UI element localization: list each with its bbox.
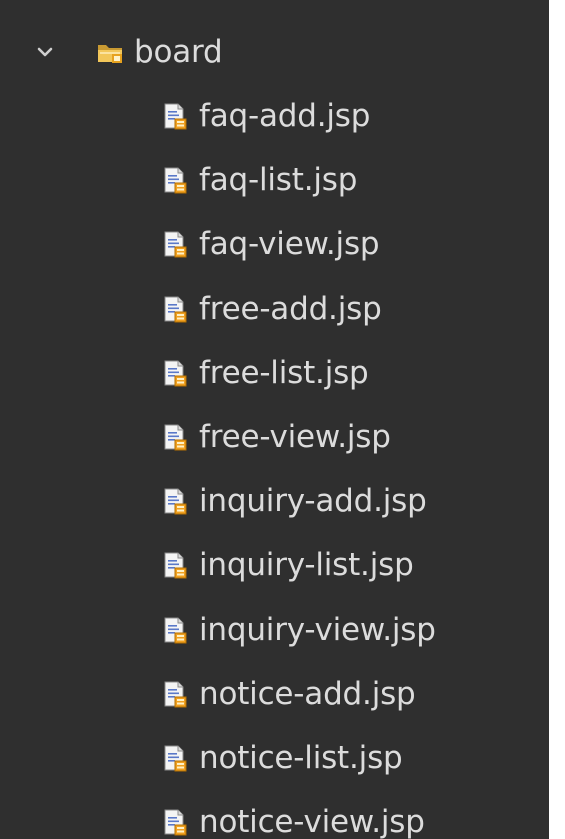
file-label: faq-list.jsp xyxy=(199,162,358,199)
file-label: faq-add.jsp xyxy=(199,98,371,134)
jsp-file-icon xyxy=(163,487,187,515)
jsp-file-icon xyxy=(163,551,187,579)
file-label: notice-view.jsp xyxy=(199,804,425,839)
tree-folder-board[interactable]: board xyxy=(34,20,223,84)
tree-file-item[interactable]: notice-list.jsp xyxy=(163,726,403,790)
project-explorer-tree: board faq-add.jsp faq-list.jsp faq-view.js… xyxy=(0,0,549,839)
jsp-file-icon xyxy=(163,808,187,836)
tree-file-item[interactable]: free-list.jsp xyxy=(163,341,369,405)
tree-file-item[interactable]: notice-view.jsp xyxy=(163,790,425,839)
folder-label: board xyxy=(134,34,223,70)
tree-file-item[interactable]: free-view.jsp xyxy=(163,405,391,469)
window-edge xyxy=(549,0,565,839)
tree-file-item[interactable]: free-add.jsp xyxy=(163,277,382,341)
file-label: inquiry-view.jsp xyxy=(199,611,436,648)
tree-file-item[interactable]: faq-list.jsp xyxy=(163,148,357,212)
jsp-file-icon xyxy=(163,423,187,451)
jsp-file-icon xyxy=(163,230,187,258)
tree-file-item[interactable]: faq-view.jsp xyxy=(163,212,380,276)
chevron-down-icon[interactable] xyxy=(34,41,56,63)
jsp-file-icon xyxy=(163,295,187,323)
file-label: free-add.jsp xyxy=(199,290,382,327)
jsp-file-icon xyxy=(163,680,187,708)
tree-file-item[interactable]: faq-add.jsp xyxy=(163,84,370,148)
file-label: free-view.jsp xyxy=(199,419,391,455)
jsp-file-icon xyxy=(163,744,187,772)
jsp-file-icon xyxy=(163,102,187,130)
tree-file-item[interactable]: inquiry-list.jsp xyxy=(163,533,414,597)
file-label: faq-view.jsp xyxy=(199,226,380,263)
jsp-file-icon xyxy=(163,616,187,644)
tree-file-item[interactable]: inquiry-add.jsp xyxy=(163,469,427,533)
file-label: inquiry-add.jsp xyxy=(199,483,427,520)
tree-file-item[interactable]: notice-add.jsp xyxy=(163,662,416,726)
tree-file-item[interactable]: inquiry-view.jsp xyxy=(163,598,436,662)
folder-icon xyxy=(96,40,124,64)
jsp-file-icon xyxy=(163,359,187,387)
file-label: free-list.jsp xyxy=(199,354,369,391)
jsp-file-icon xyxy=(163,166,187,194)
file-label: inquiry-list.jsp xyxy=(199,547,414,584)
file-label: notice-list.jsp xyxy=(199,740,403,776)
file-label: notice-add.jsp xyxy=(199,675,416,712)
